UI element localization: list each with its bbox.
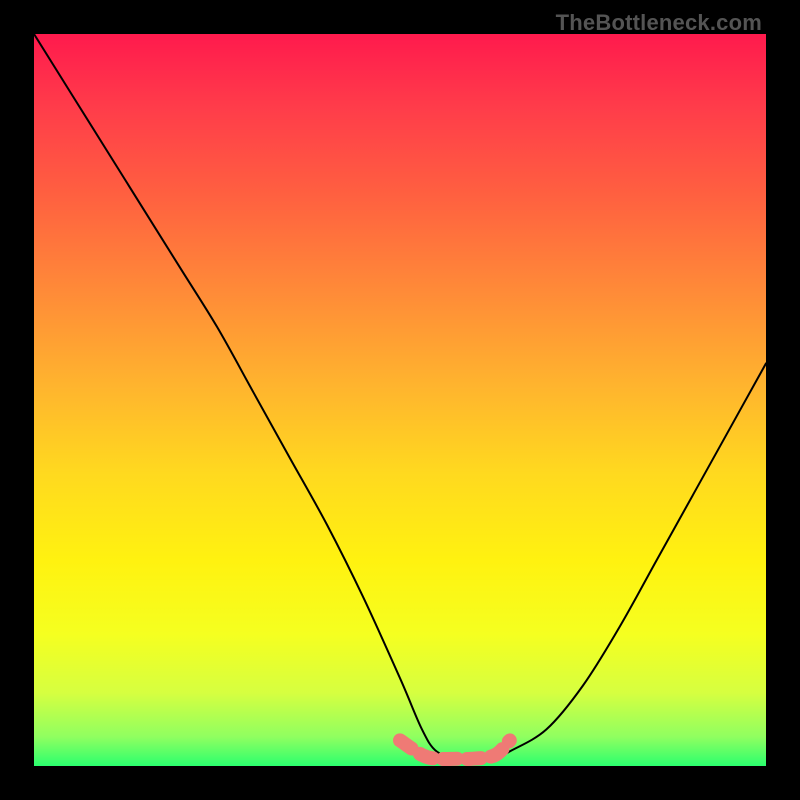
chart-svg [34, 34, 766, 766]
chart-plot-area [34, 34, 766, 766]
optimal-band-path [400, 740, 510, 759]
bottleneck-curve-path [34, 34, 766, 759]
watermark-label: TheBottleneck.com [556, 10, 762, 36]
